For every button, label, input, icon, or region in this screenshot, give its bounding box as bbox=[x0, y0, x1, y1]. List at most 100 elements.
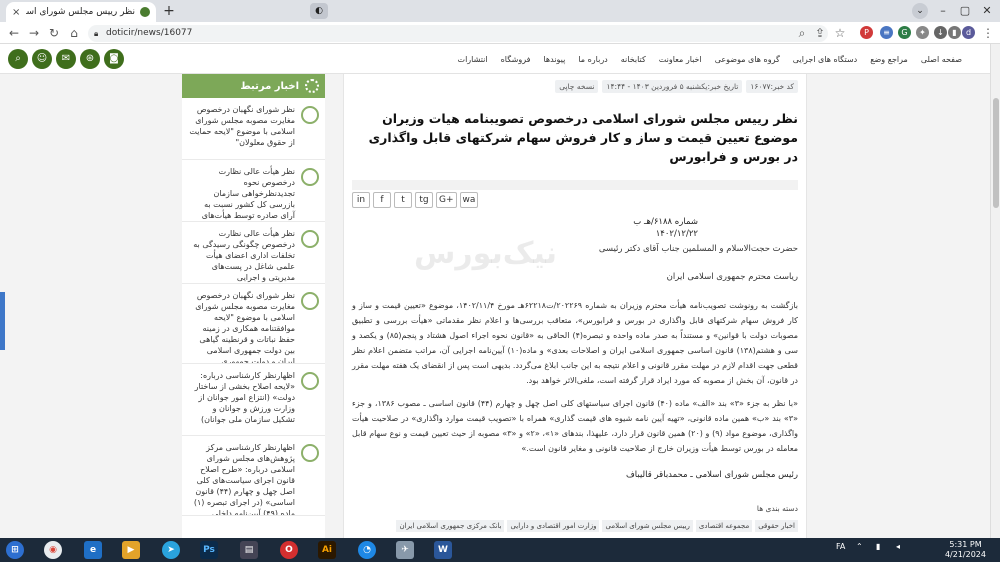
related-news-sidebar: اخبار مرتبط نظر شورای نگهبان درخصوص مغای… bbox=[182, 74, 325, 538]
side-panel-icon[interactable]: ▮ bbox=[948, 26, 961, 39]
news-item-icon bbox=[301, 292, 319, 310]
site-info-icon[interactable]: 🔒︎ bbox=[94, 25, 98, 42]
page-scrollbar[interactable] bbox=[990, 44, 1000, 538]
menu-item-publications[interactable]: انتشارات bbox=[458, 55, 488, 64]
forward-icon[interactable]: → bbox=[26, 25, 42, 41]
linkedin-icon[interactable]: in bbox=[352, 192, 370, 208]
scrollbar-thumb[interactable] bbox=[993, 98, 999, 208]
edge-icon[interactable]: ◔ bbox=[358, 541, 376, 559]
whatsapp-icon[interactable]: wa bbox=[459, 192, 479, 208]
news-item-icon bbox=[301, 230, 319, 248]
browser-tab[interactable]: نظر رییس مجلس شورای اسلامی درخصو... × bbox=[6, 2, 156, 22]
page-content: اخبار مرتبط نظر شورای نگهبان درخصوص مغای… bbox=[0, 74, 990, 538]
extension-icon[interactable]: ≡ bbox=[880, 26, 893, 39]
internet-explorer-icon[interactable]: e bbox=[84, 541, 102, 559]
window-close-icon[interactable]: ✕ bbox=[974, 0, 1000, 22]
mail-icon[interactable]: ✉ bbox=[56, 49, 76, 69]
signature: رئیس مجلس شورای اسلامی ـ محمدباقر قالیبا… bbox=[626, 470, 798, 480]
opera-icon[interactable]: O bbox=[280, 541, 298, 559]
related-news-item[interactable]: اظهارنظر کارشناسی مرکز پژوهش‌های مجلس شو… bbox=[182, 436, 325, 516]
system-clock[interactable]: 5:31 PM 4/21/2024 bbox=[945, 540, 986, 560]
chrome-icon[interactable]: ◉ bbox=[44, 541, 62, 559]
profile-avatar[interactable]: d bbox=[962, 26, 975, 39]
related-news-item[interactable]: نظر شورای نگهبان درخصوص مغایرت مصوبه مجل… bbox=[182, 284, 325, 364]
address-bar[interactable]: 🔒︎ doticir/news/16077 bbox=[88, 25, 828, 42]
article-body: حضرت حجت‌الاسلام و المسلمین جناب آقای دک… bbox=[352, 242, 798, 464]
media-player-icon[interactable]: ▶ bbox=[122, 541, 140, 559]
related-news-item[interactable]: اظهارنظر کارشناسی درباره: «لایحه اصلاح ب… bbox=[182, 364, 325, 436]
browser-tab-bar: نظر رییس مجلس شورای اسلامی درخصو... × + … bbox=[0, 0, 1000, 22]
file-explorer-icon[interactable]: ▤ bbox=[240, 541, 258, 559]
menu-item-links[interactable]: پیوندها bbox=[543, 55, 565, 64]
link-icon[interactable]: ⊛ bbox=[80, 49, 100, 69]
menu-item-authorities[interactable]: مراجع وضع bbox=[870, 55, 908, 64]
related-news-item[interactable]: نظر شورای نگهبان درخصوص مغایرت مصوبه مجل… bbox=[182, 98, 325, 160]
article-meta: کد خبر:۱۶۰۷۷ تاریخ خبر:یکشنبه ۵ فروردین … bbox=[352, 80, 798, 93]
categories-label: دسته بندی ها bbox=[756, 504, 798, 513]
paragraph: بازگشت به رونوشت تصویب‌نامه هیأت محترم و… bbox=[352, 301, 799, 385]
share-icon[interactable]: ⇪ bbox=[812, 25, 828, 41]
letter-date: ۱۴۰۲/۱۲/۲۲ bbox=[655, 229, 698, 239]
reload-icon[interactable]: ↻ bbox=[46, 25, 62, 41]
feedback-tab[interactable] bbox=[0, 292, 5, 350]
news-code: کد خبر:۱۶۰۷۷ bbox=[746, 80, 798, 93]
menu-item-agencies[interactable]: دستگاه های اجرایی bbox=[793, 55, 857, 64]
url-text: doticir/news/16077 bbox=[106, 28, 193, 38]
network-icon[interactable]: ▮ bbox=[876, 542, 880, 551]
site-header: ⌕ ☺ ✉ ⊛ ◙ صفحه اصلی مراجع وضع دستگاه های… bbox=[0, 44, 990, 74]
illustrator-icon[interactable]: Ai bbox=[318, 541, 336, 559]
news-item-icon bbox=[301, 168, 319, 186]
article-title: نظر رییس مجلس شورای اسلامی درخصوص تصویبن… bbox=[368, 111, 798, 164]
start-button-icon[interactable]: ⊞ bbox=[6, 541, 24, 559]
taskbar: ⊞ ◉ e ▶ ➤ Ps ▤ O Ai ◔ ✈ W FA ⌃ ▮ ◂ 5:31 … bbox=[0, 538, 1000, 562]
tray-arrow-icon[interactable]: ⌃ bbox=[856, 542, 863, 551]
menu-item-topics[interactable]: گروه های موضوعی bbox=[715, 55, 780, 64]
instagram-icon[interactable]: ◙ bbox=[104, 49, 124, 69]
menu-item-library[interactable]: کتابخانه bbox=[621, 55, 646, 64]
tab-list-chevron-icon[interactable]: ⌄ bbox=[912, 3, 928, 19]
user-icon[interactable]: ☺ bbox=[32, 49, 52, 69]
letter-number: شماره ۶۱۸۸/هـ ب bbox=[633, 217, 698, 227]
category-tag[interactable]: رییس مجلس شورای اسلامی bbox=[602, 520, 693, 532]
photoshop-icon[interactable]: Ps bbox=[200, 541, 218, 559]
main-menu: صفحه اصلی مراجع وضع دستگاه های اجرایی گر… bbox=[445, 44, 962, 74]
pinterest-extension-icon[interactable]: P bbox=[860, 26, 873, 39]
telegram-icon[interactable]: tg bbox=[415, 192, 433, 208]
google-plus-icon[interactable]: G+ bbox=[436, 192, 457, 208]
category-tag[interactable]: مجموعه اقتصادی bbox=[695, 520, 753, 532]
tool-icon[interactable]: ✈ bbox=[396, 541, 414, 559]
menu-item-about[interactable]: درباره ما bbox=[578, 55, 607, 64]
facebook-icon[interactable]: f bbox=[373, 192, 391, 208]
language-indicator[interactable]: FA bbox=[836, 542, 845, 551]
grammar-extension-icon[interactable]: G bbox=[898, 26, 911, 39]
telegram-icon[interactable]: ➤ bbox=[162, 541, 180, 559]
volume-icon[interactable]: ◂ bbox=[896, 542, 900, 551]
share-buttons: in f t tg G+ wa bbox=[352, 192, 479, 208]
news-item-icon bbox=[301, 372, 319, 390]
word-icon[interactable]: W bbox=[434, 541, 452, 559]
related-news-item[interactable]: نظر هیأت عالی نظارت درخصوص چگونگی رسیدگی… bbox=[182, 222, 325, 284]
related-news-item[interactable]: نظر هیأت عالی نظارت درخصوص نحوه تجدیدنظر… bbox=[182, 160, 325, 222]
downloads-icon[interactable]: ↓ bbox=[934, 26, 947, 39]
category-tag[interactable]: بانک مرکزی جمهوری اسلامی ایران bbox=[396, 520, 505, 532]
category-tag[interactable]: وزارت امور اقتصادی و دارایی bbox=[507, 520, 600, 532]
search-icon[interactable]: ⌕ bbox=[794, 25, 810, 41]
back-icon[interactable]: ← bbox=[6, 25, 22, 41]
clock-date: 4/21/2024 bbox=[944, 550, 986, 559]
search-icon[interactable]: ⌕ bbox=[8, 49, 28, 69]
tab-close-icon[interactable]: × bbox=[12, 7, 20, 18]
tab-search-icon[interactable]: ◐ bbox=[310, 3, 328, 19]
extensions-puzzle-icon[interactable]: ✦ bbox=[916, 26, 929, 39]
menu-item-shop[interactable]: فروشگاه bbox=[501, 55, 531, 64]
category-tag[interactable]: اخبار حقوقی bbox=[755, 520, 798, 532]
menu-item-news[interactable]: اخبار معاونت bbox=[659, 55, 702, 64]
menu-item-home[interactable]: صفحه اصلی bbox=[921, 55, 962, 64]
new-tab-button[interactable]: + bbox=[160, 3, 178, 21]
twitter-icon[interactable]: t bbox=[394, 192, 412, 208]
browser-menu-icon[interactable]: ⋮ bbox=[980, 25, 996, 41]
bookmark-star-icon[interactable]: ☆ bbox=[832, 25, 848, 41]
home-icon[interactable]: ⌂ bbox=[66, 25, 82, 41]
article: کد خبر:۱۶۰۷۷ تاریخ خبر:یکشنبه ۵ فروردین … bbox=[343, 74, 807, 538]
print-link[interactable]: نسخه چاپی bbox=[555, 80, 599, 93]
news-item-icon bbox=[301, 444, 319, 462]
